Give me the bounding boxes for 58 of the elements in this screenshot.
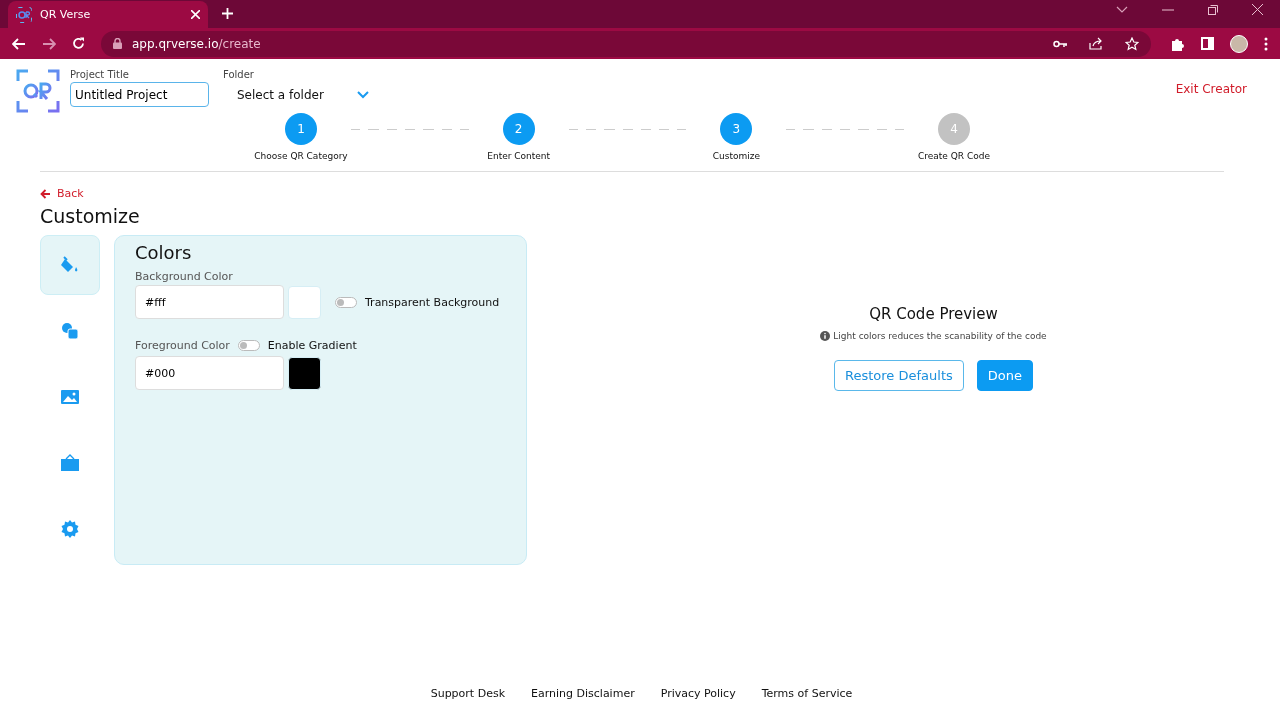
step-label: Create QR Code	[918, 151, 990, 161]
forward-arrow-icon[interactable]	[42, 37, 56, 50]
toggle-label: Enable Gradient	[267, 339, 357, 352]
field-label: Project Title	[70, 69, 130, 80]
field-label: Background Color	[135, 270, 234, 283]
minimize-icon[interactable]	[1162, 8, 1174, 11]
plus-icon[interactable]	[222, 8, 233, 19]
more-menu-icon[interactable]	[1264, 36, 1268, 51]
paint-bucket-icon	[61, 256, 79, 274]
step-label: Choose QR Category	[254, 151, 348, 161]
color-field[interactable]: #fff	[135, 285, 284, 319]
left-arrow-icon	[40, 188, 51, 199]
star-icon[interactable]	[1125, 36, 1139, 51]
back-link[interactable]: Back	[40, 187, 530, 200]
footer-link[interactable]: Terms of Service	[761, 687, 853, 700]
color-field[interactable]: #000	[135, 356, 284, 390]
info-icon	[820, 331, 831, 341]
footer-link[interactable]: Support Desk	[430, 687, 505, 700]
step-label: Customize	[712, 151, 760, 161]
color-swatch[interactable]	[288, 356, 321, 390]
reload-icon[interactable]	[72, 37, 85, 50]
lock-icon	[113, 38, 122, 49]
key-icon[interactable]	[1053, 39, 1067, 48]
exit-creator-link[interactable]: Exit Creator	[1175, 82, 1247, 96]
folder-dropdown[interactable]: Select a folder	[223, 82, 373, 107]
toggle-label: Transparent Background	[365, 295, 500, 309]
warning-note: Light colors reduces the scanability of the code	[833, 331, 1047, 341]
qr-logo-icon	[16, 6, 32, 23]
preview-title: QR Code Preview	[869, 305, 998, 323]
close-icon[interactable]	[1252, 4, 1263, 15]
field-label: Foreground Color	[135, 339, 230, 352]
restore-icon[interactable]	[1208, 4, 1218, 15]
browser-tab[interactable]: QR Verse	[8, 1, 208, 28]
share-icon[interactable]	[1089, 37, 1103, 50]
puzzle-icon[interactable]	[1171, 36, 1185, 51]
project-title-field[interactable]: Untitled Project	[70, 82, 209, 107]
toggle-switch[interactable]	[237, 340, 260, 351]
chevron-down-icon	[357, 90, 369, 99]
field-label: Folder	[223, 69, 255, 80]
back-arrow-icon[interactable]	[12, 37, 26, 50]
toggle-switch[interactable]	[335, 296, 357, 308]
side-panel-icon[interactable]	[1201, 37, 1214, 50]
address-bar[interactable]: app.qrverse.io/create	[101, 30, 1151, 57]
restore-defaults-button[interactable]: Restore Defaults	[834, 360, 964, 391]
step-label: Enter Content	[487, 151, 551, 161]
shapes-icon	[61, 322, 79, 340]
color-swatch[interactable]	[288, 285, 321, 319]
panel-title: Colors	[135, 242, 193, 263]
footer-link[interactable]: Earning Disclaimer	[531, 687, 635, 700]
chevron-down-icon[interactable]	[1116, 5, 1128, 14]
avatar[interactable]	[1230, 34, 1248, 53]
footer-link[interactable]: Privacy Policy	[660, 687, 736, 700]
image-icon	[61, 388, 79, 406]
bag-icon	[61, 454, 79, 472]
page-title: Customize	[40, 205, 141, 227]
tab-title: QR Verse	[40, 8, 92, 21]
qr-logo-icon	[16, 69, 60, 113]
settings-icon	[61, 520, 79, 538]
